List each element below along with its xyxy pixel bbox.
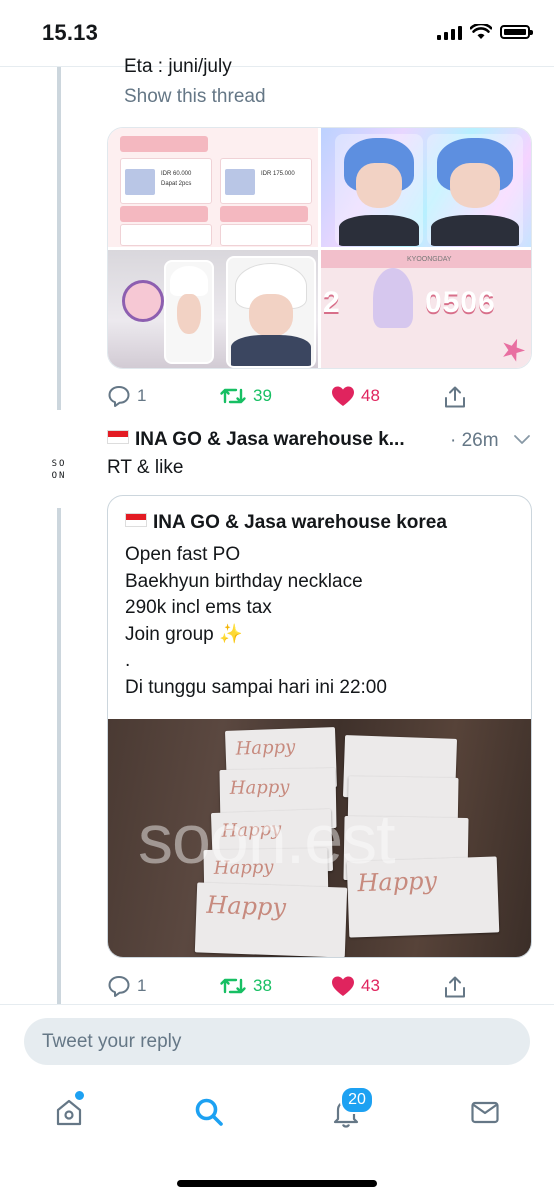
indonesia-flag-icon <box>107 430 129 444</box>
status-bar: 15.13 <box>0 0 554 67</box>
share-icon <box>445 976 465 998</box>
image-photocards-holo[interactable] <box>321 128 531 247</box>
tab-search[interactable] <box>189 1092 229 1132</box>
thread-line-top <box>57 67 61 410</box>
chevron-down-icon[interactable] <box>513 432 531 446</box>
home-new-indicator <box>73 1089 86 1102</box>
tab-home[interactable] <box>49 1089 89 1132</box>
reply-count: 1 <box>137 976 147 995</box>
tweet-actions: 1 38 43 <box>107 975 467 999</box>
cellular-signal-icon <box>437 24 462 40</box>
tab-notifications[interactable]: 20 <box>326 1086 374 1132</box>
quoted-tweet[interactable]: INA GO & Jasa warehouse korea Open fast … <box>107 495 532 958</box>
status-time: 15.13 <box>42 20 99 45</box>
retweet-button[interactable]: 39 <box>219 385 272 407</box>
home-indicator <box>177 1180 377 1187</box>
share-button[interactable] <box>443 385 467 409</box>
status-icons <box>437 24 533 40</box>
heart-icon <box>332 386 354 406</box>
avatar[interactable]: SO ON <box>42 453 76 487</box>
search-icon <box>195 1098 223 1126</box>
tweet-reply-input[interactable]: Tweet your reply <box>24 1018 530 1065</box>
like-count: 48 <box>361 386 380 405</box>
share-button[interactable] <box>443 975 467 999</box>
retweet-button[interactable]: 38 <box>219 975 272 997</box>
like-button[interactable]: 43 <box>331 975 380 997</box>
quoted-line: Join group ✨ <box>125 623 243 645</box>
reply-placeholder: Tweet your reply <box>42 1031 182 1052</box>
retweet-count: 38 <box>253 976 272 995</box>
share-icon <box>445 386 465 408</box>
tweet-text: RT & like <box>107 457 184 478</box>
prev-tweet-actions: 1 39 48 <box>107 385 467 409</box>
quoted-text: Open fast PO Baekhyun birthday necklace … <box>125 542 387 701</box>
show-thread-link[interactable]: Show this thread <box>124 86 266 108</box>
wifi-icon <box>470 24 492 39</box>
image-photocards-hat[interactable] <box>108 249 318 368</box>
mail-icon <box>471 1101 499 1124</box>
image-price-list[interactable]: IDR 60.000 Dapat 2pcs IDR 175.000 <box>108 128 318 247</box>
quoted-line: Open fast PO <box>125 544 241 565</box>
quoted-line: Baekhyun birthday necklace <box>125 570 363 592</box>
prev-tweet-image-grid[interactable]: IDR 60.000 Dapat 2pcs IDR 175.000 KYOONGD… <box>107 127 532 369</box>
reply-button[interactable]: 1 <box>107 385 146 407</box>
quoted-line: Di tunggu sampai hari ini 22:00 <box>125 676 387 698</box>
reply-divider <box>0 1004 554 1005</box>
like-button[interactable]: 48 <box>331 385 380 407</box>
quoted-line: 290k incl ems tax <box>125 597 272 618</box>
reply-count: 1 <box>137 386 147 405</box>
thread-line-bottom <box>57 508 61 1004</box>
notifications-badge: 20 <box>340 1086 374 1114</box>
indonesia-flag-icon <box>125 513 147 527</box>
reply-button[interactable]: 1 <box>107 975 146 997</box>
tweet-timestamp: · 26m <box>450 430 499 451</box>
retweet-icon <box>220 388 246 404</box>
author-name: INA GO & Jasa warehouse k... <box>135 429 405 450</box>
photo-watermark: soon.est <box>138 800 396 878</box>
quoted-photo[interactable]: Happy Happy Happy Happy Happy Happy soon… <box>108 719 531 957</box>
heart-icon <box>332 976 354 996</box>
retweet-icon <box>220 978 246 994</box>
quoted-author: INA GO & Jasa warehouse korea <box>125 512 447 534</box>
like-count: 43 <box>361 976 380 995</box>
tab-messages[interactable] <box>465 1092 505 1132</box>
quoted-line: . <box>125 650 131 671</box>
prev-tweet-partial-text: Eta : juni/july <box>124 56 232 76</box>
retweet-count: 39 <box>253 386 272 405</box>
image-birthday-banner[interactable]: KYOONGDAY 2 0506 <box>321 249 531 368</box>
battery-icon <box>500 25 533 39</box>
reply-icon <box>108 386 130 407</box>
reply-icon <box>108 976 130 997</box>
